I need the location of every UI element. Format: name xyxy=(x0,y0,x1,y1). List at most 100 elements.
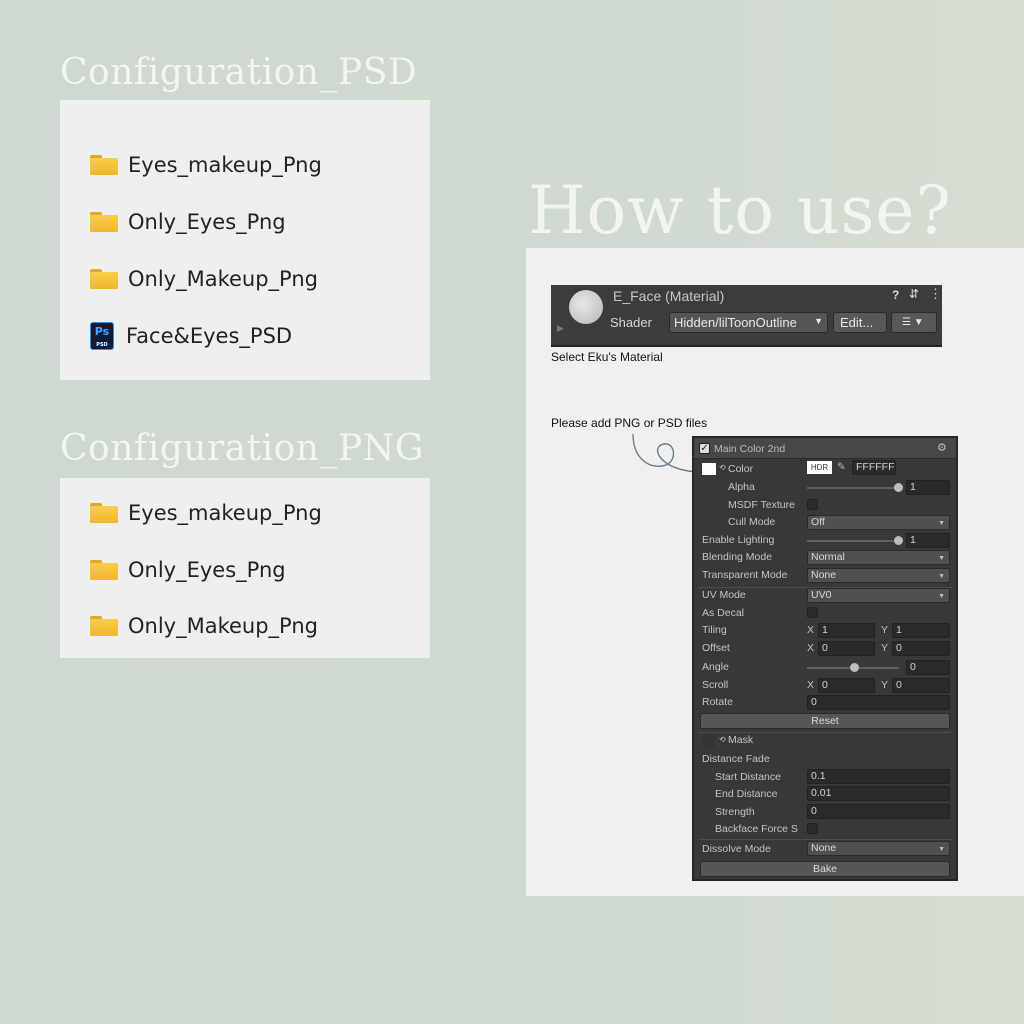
section-enable-checkbox[interactable]: ✓ xyxy=(699,443,710,454)
shader-dropdown[interactable]: Hidden/lilToonOutline ▼ xyxy=(669,312,828,333)
strength-field[interactable]: 0 xyxy=(807,804,950,819)
bake-button[interactable]: Bake xyxy=(700,861,950,877)
file-item-eyes-makeup[interactable]: Eyes_makeup_Png xyxy=(90,150,322,180)
help-icon[interactable]: ? xyxy=(892,288,899,302)
folder-icon xyxy=(90,503,118,523)
scroll-y-field[interactable]: 0 xyxy=(892,678,950,693)
tiling-x-field[interactable]: 1 xyxy=(818,623,875,638)
file-item-only-makeup[interactable]: Only_Makeup_Png xyxy=(90,264,318,294)
section-title: Main Color 2nd xyxy=(714,443,786,455)
select-material-note: Select Eku's Material xyxy=(551,350,663,364)
enable-lighting-slider[interactable] xyxy=(807,540,899,542)
enable-lighting-slider-thumb[interactable] xyxy=(894,536,903,545)
material-header: ▶ E_Face (Material) ? ⇵ ⋮ Shader Hidden/… xyxy=(551,285,942,347)
enable-lighting-field[interactable]: 1 xyxy=(906,533,950,548)
mask-label: Mask xyxy=(728,734,754,746)
tiling-x-label: X xyxy=(807,624,815,636)
file-item-only-makeup[interactable]: Only_Makeup_Png xyxy=(90,611,318,641)
blending-mode-dropdown[interactable]: Normal ▼ xyxy=(807,550,950,565)
cull-mode-label: Cull Mode xyxy=(728,516,776,528)
file-item-eyes-makeup[interactable]: Eyes_makeup_Png xyxy=(90,498,322,528)
psd-section-heading: Configuration_PSD xyxy=(60,52,418,93)
start-distance-field[interactable]: 0.1 xyxy=(807,769,950,784)
chevron-down-icon: ▼ xyxy=(814,316,823,326)
end-distance-field[interactable]: 0.01 xyxy=(807,786,950,801)
transparent-mode-dropdown[interactable]: None ▼ xyxy=(807,568,950,583)
distance-fade-label: Distance Fade xyxy=(702,753,770,765)
msdf-checkbox[interactable] xyxy=(807,499,818,510)
as-decal-label: As Decal xyxy=(702,607,745,619)
png-section-heading: Configuration_PNG xyxy=(60,428,424,469)
more-options-icon[interactable]: ⋮ xyxy=(929,286,942,302)
divider xyxy=(698,732,952,733)
file-item-only-eyes[interactable]: Only_Eyes_Png xyxy=(90,555,286,585)
chevron-down-icon: ▼ xyxy=(938,846,945,853)
gear-icon[interactable]: ⚙ xyxy=(937,441,947,454)
backface-force-checkbox[interactable] xyxy=(807,823,818,834)
mask-texture-slot[interactable] xyxy=(702,735,715,747)
edit-shader-button[interactable]: Edit... xyxy=(833,312,887,333)
file-name: Eyes_makeup_Png xyxy=(128,501,322,525)
file-name: Face&Eyes_PSD xyxy=(126,324,293,348)
play-icon[interactable]: ▶ xyxy=(557,323,564,334)
hdr-color-swatch[interactable]: HDR xyxy=(807,461,832,474)
uv-mode-label: UV Mode xyxy=(702,589,746,601)
offset-y-field[interactable]: 0 xyxy=(892,641,950,656)
alpha-slider[interactable] xyxy=(807,487,899,489)
eyedropper-icon[interactable]: ✎ xyxy=(837,461,846,473)
reset-button[interactable]: Reset xyxy=(700,713,950,729)
uv-mode-dropdown[interactable]: UV0 ▼ xyxy=(807,588,950,603)
rotate-label: Rotate xyxy=(702,696,733,708)
main-color-2nd-inspector: ✓ Main Color 2nd ⚙ ⟲ Color HDR ✎ FFFFFF … xyxy=(692,436,958,881)
folder-icon xyxy=(90,212,118,232)
photoshop-file-icon: Ps PSD xyxy=(90,322,114,350)
as-decal-checkbox[interactable] xyxy=(807,607,818,618)
how-to-use-heading: How to use? xyxy=(528,172,952,249)
offset-x-field[interactable]: 0 xyxy=(818,641,875,656)
alpha-slider-thumb[interactable] xyxy=(894,483,903,492)
chevron-down-icon: ▼ xyxy=(938,573,945,580)
shader-label: Shader xyxy=(610,315,652,330)
angle-label: Angle xyxy=(702,661,729,673)
transparent-mode-label: Transparent Mode xyxy=(702,569,788,581)
cull-mode-dropdown[interactable]: Off ▼ xyxy=(807,515,950,530)
file-name: Eyes_makeup_Png xyxy=(128,153,322,177)
preset-icon[interactable]: ⇵ xyxy=(909,287,919,301)
offset-label: Offset xyxy=(702,642,730,654)
texture-slot[interactable] xyxy=(702,463,716,475)
tiling-y-field[interactable]: 1 xyxy=(892,623,950,638)
dissolve-mode-dropdown[interactable]: None ▼ xyxy=(807,841,950,856)
folder-icon xyxy=(90,560,118,580)
png-file-list: Eyes_makeup_Png Only_Eyes_Png Only_Makeu… xyxy=(60,478,430,658)
file-name: Only_Makeup_Png xyxy=(128,614,318,638)
psd-file-list: Eyes_makeup_Png Only_Eyes_Png Only_Makeu… xyxy=(60,100,430,380)
folder-icon xyxy=(90,616,118,636)
color-hex-field[interactable]: FFFFFF xyxy=(852,460,896,475)
list-icon: ☰ ▼ xyxy=(902,317,924,328)
blending-mode-label: Blending Mode xyxy=(702,551,773,563)
offset-y-label: Y xyxy=(881,642,889,654)
scroll-y-label: Y xyxy=(881,679,889,691)
backface-force-label: Backface Force S xyxy=(715,823,798,835)
dissolve-mode-label: Dissolve Mode xyxy=(702,843,771,855)
msdf-label: MSDF Texture xyxy=(728,499,795,511)
list-options-button[interactable]: ☰ ▼ xyxy=(891,312,937,333)
scroll-x-label: X xyxy=(807,679,815,691)
end-distance-label: End Distance xyxy=(715,788,778,800)
scroll-x-field[interactable]: 0 xyxy=(818,678,875,693)
angle-slider-thumb[interactable] xyxy=(850,663,859,672)
folder-icon xyxy=(90,269,118,289)
strength-label: Strength xyxy=(715,806,755,818)
chevron-down-icon: ▼ xyxy=(938,520,945,527)
material-title: E_Face (Material) xyxy=(613,288,725,304)
section-header[interactable]: ✓ Main Color 2nd ⚙ xyxy=(694,438,956,459)
rotate-field[interactable]: 0 xyxy=(807,695,950,710)
angle-field[interactable]: 0 xyxy=(906,660,950,675)
file-item-only-eyes[interactable]: Only_Eyes_Png xyxy=(90,207,286,237)
alpha-field[interactable]: 1 xyxy=(906,480,950,495)
enable-lighting-label: Enable Lighting xyxy=(702,534,775,546)
file-item-face-eyes-psd[interactable]: Ps PSD Face&Eyes_PSD xyxy=(90,321,292,351)
file-name: Only_Eyes_Png xyxy=(128,210,286,234)
link-icon: ⟲ xyxy=(719,463,726,472)
tiling-label: Tiling xyxy=(702,624,727,636)
